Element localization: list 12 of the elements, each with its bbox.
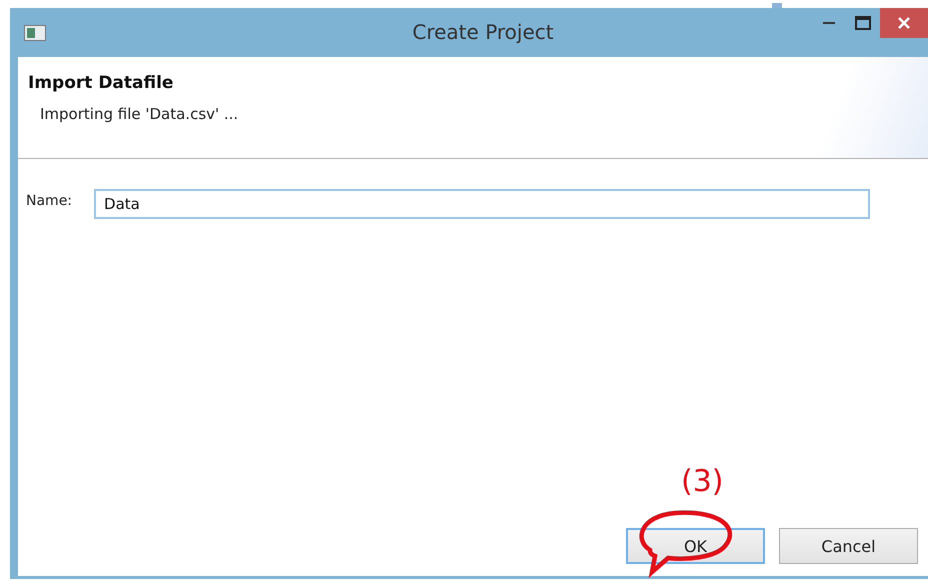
cancel-button[interactable]: Cancel	[779, 528, 918, 564]
minimize-icon	[823, 21, 835, 25]
maximize-icon	[855, 16, 871, 30]
close-icon	[897, 16, 911, 30]
status-message: Importing file 'Data.csv' ...	[40, 105, 240, 123]
field-label: Name:	[26, 193, 72, 209]
annotation-label: (3)	[681, 464, 724, 499]
header-title: Import Datafile	[28, 73, 174, 93]
app-icon	[24, 24, 46, 40]
window-title: Create Project	[412, 20, 554, 44]
close-button[interactable]	[880, 8, 928, 38]
name-field[interactable]: Data	[94, 189, 870, 219]
